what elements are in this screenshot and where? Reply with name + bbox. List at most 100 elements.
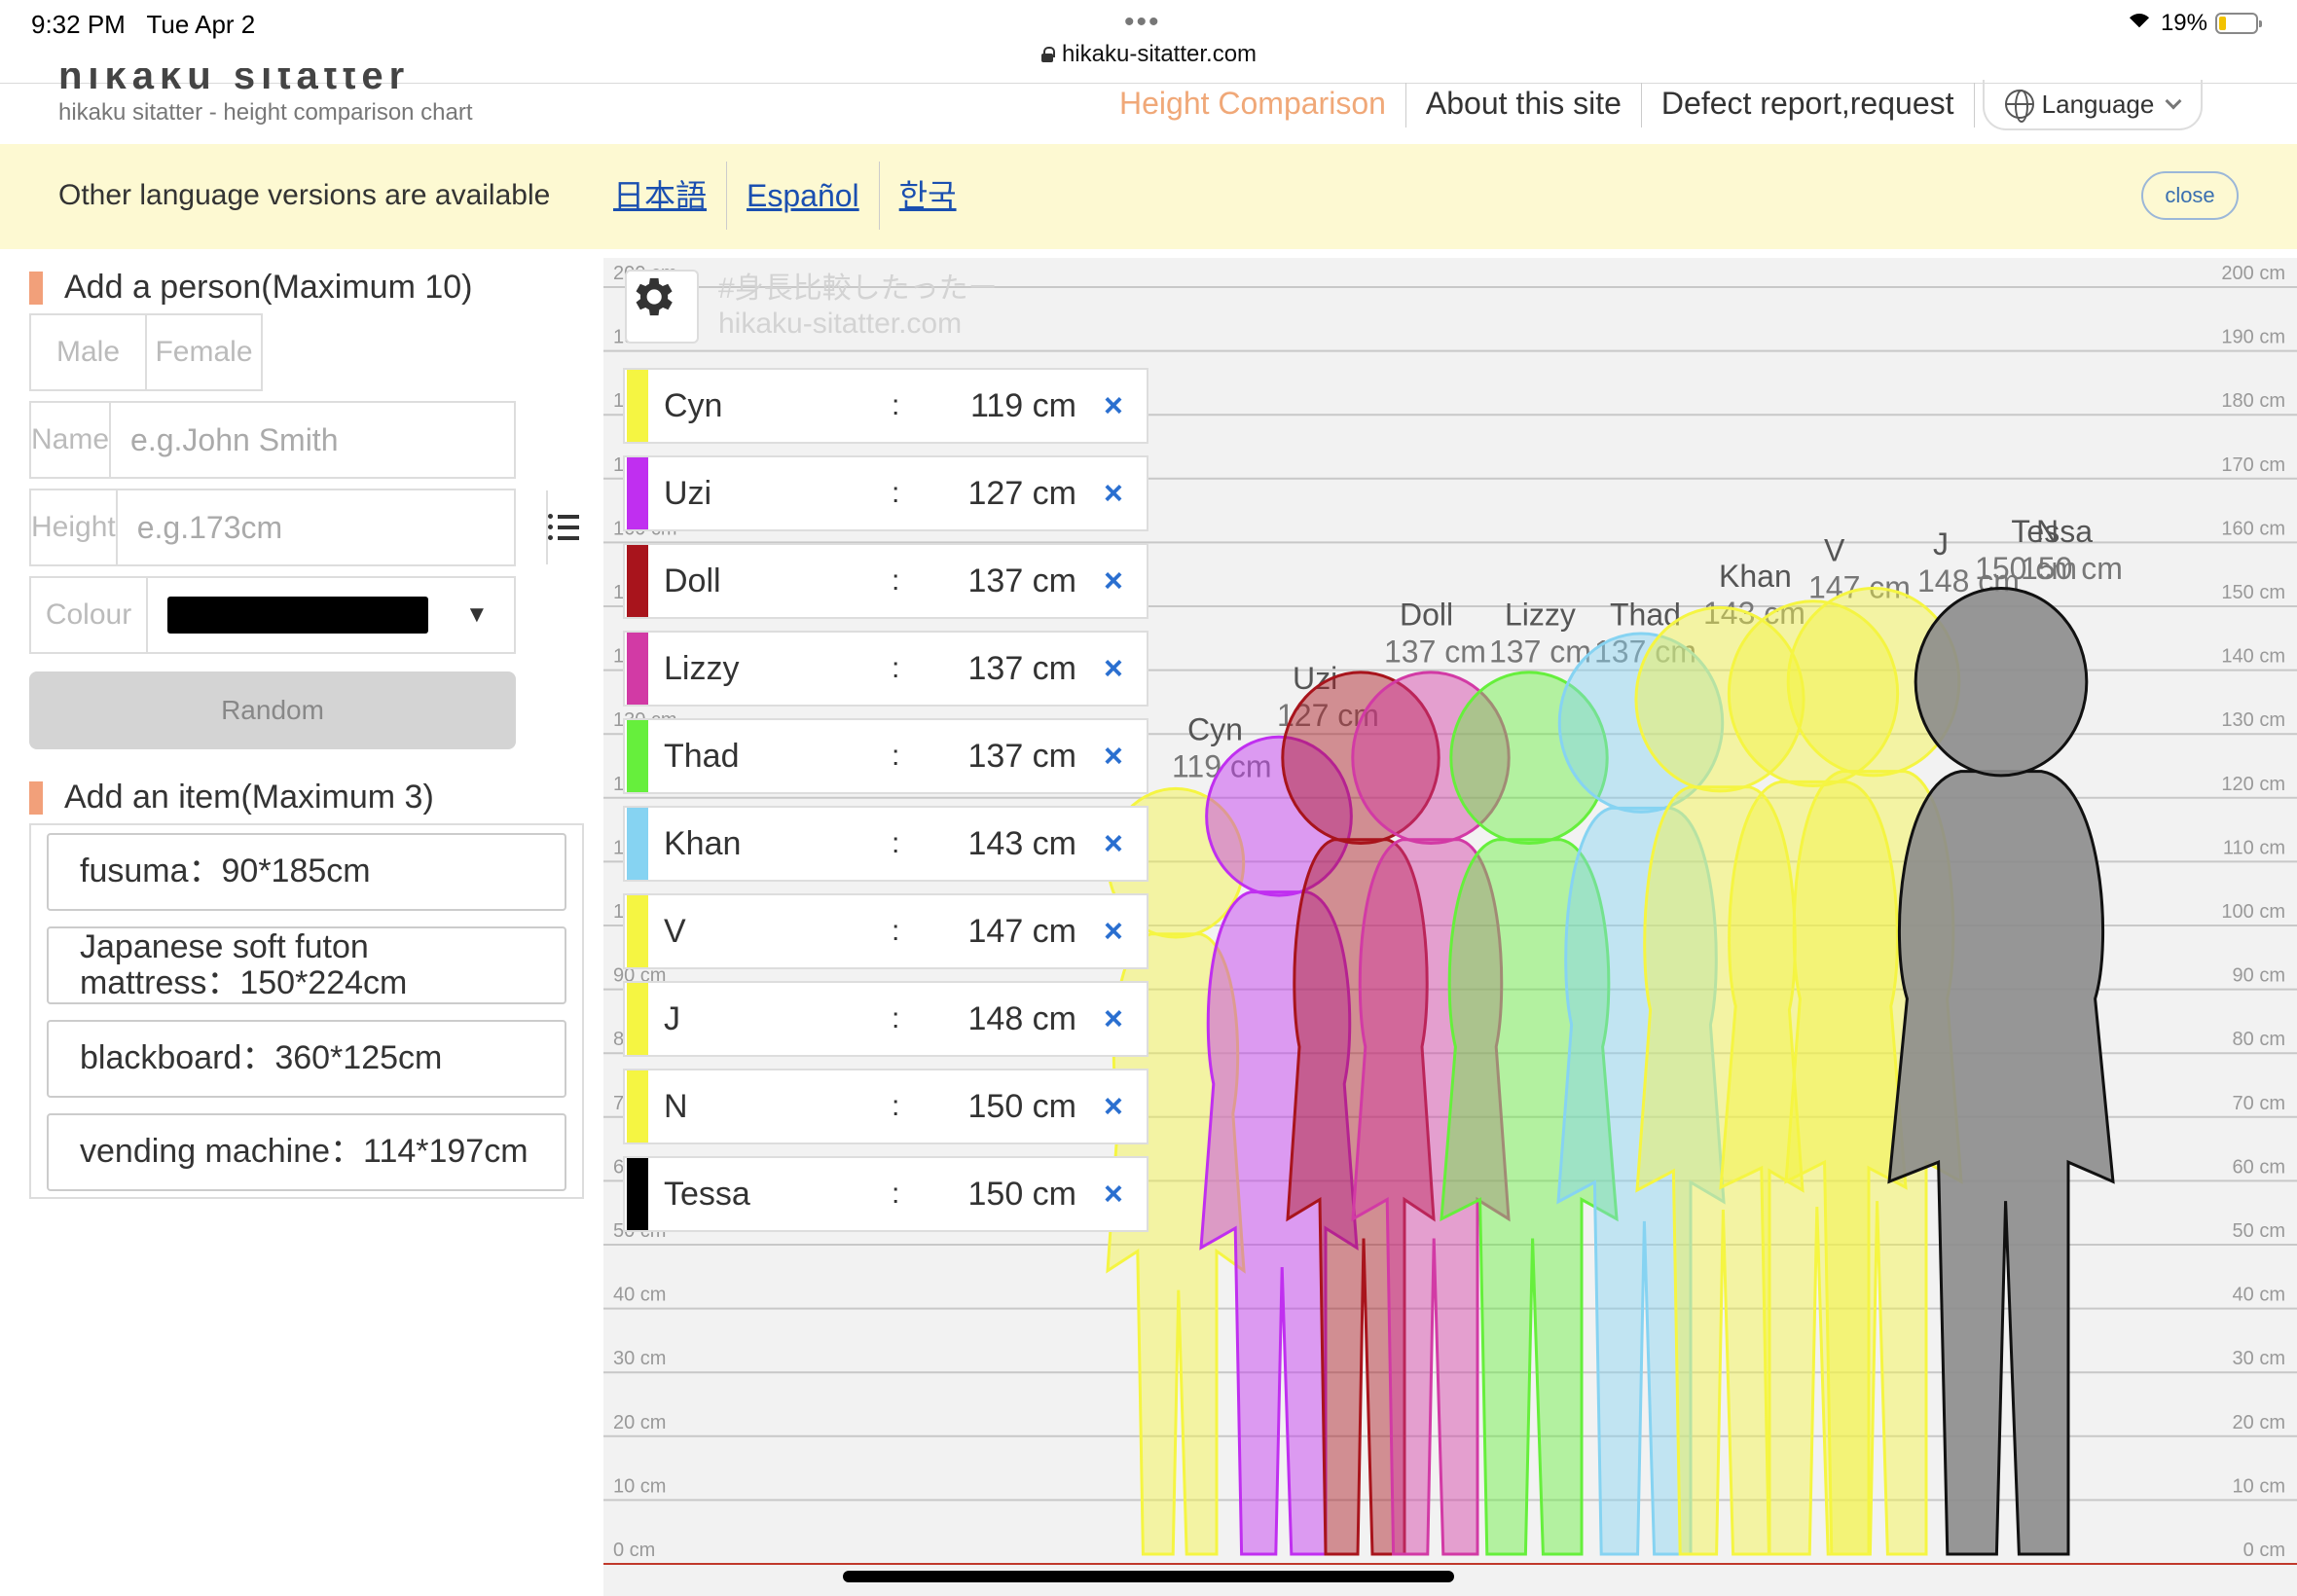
legend-separator: : <box>892 389 900 421</box>
home-indicator[interactable] <box>843 1571 1454 1582</box>
battery-percent: 19% <box>2160 10 2207 36</box>
legend-row-n[interactable]: N: 150 cm × <box>623 1069 1148 1144</box>
remove-person-icon[interactable]: × <box>1104 738 1123 776</box>
legend-color-swatch <box>627 457 648 529</box>
language-button[interactable]: Language <box>1982 80 2203 130</box>
site-title[interactable]: hikaku sitatter <box>58 68 410 95</box>
y-tick-label-right: 200 cm <box>2221 263 2285 284</box>
y-tick-label-right: 130 cm <box>2221 709 2285 731</box>
person-name-label: Tessa <box>2011 514 2093 549</box>
y-tick-label-right: 150 cm <box>2221 582 2285 603</box>
legend-person-name: V <box>664 912 686 950</box>
legend-height-value: 137 cm <box>967 649 1077 687</box>
legend-height-value: 137 cm <box>967 562 1077 599</box>
legend-row-uzi[interactable]: Uzi: 127 cm × <box>623 455 1148 531</box>
item-list: fusuma：90*185cm Japanese soft futon matt… <box>29 823 584 1199</box>
language-link-korean[interactable]: 한국 <box>880 162 976 230</box>
person-height-label: 150 cm <box>1975 551 2077 586</box>
language-link-spanish[interactable]: Español <box>727 162 880 230</box>
main-nav: Height Comparison About this site Defect… <box>1100 80 2203 130</box>
language-link-japanese[interactable]: 日本語 <box>594 162 728 230</box>
more-dots-icon[interactable]: ••• <box>1124 6 1161 39</box>
name-input[interactable] <box>111 403 540 477</box>
item-blackboard[interactable]: blackboard：360*125cm <box>47 1020 566 1098</box>
legend-color-swatch <box>627 1070 648 1143</box>
person-height-label: 137 cm <box>1384 634 1486 669</box>
item-vending-machine[interactable]: vending machine：114*197cm <box>47 1113 566 1191</box>
legend-row-v[interactable]: V: 147 cm × <box>623 893 1148 969</box>
legend-row-doll[interactable]: Doll: 137 cm × <box>623 543 1148 619</box>
y-tick-label-left: 20 cm <box>613 1412 666 1433</box>
random-button[interactable]: Random <box>29 671 516 749</box>
legend-row-khan[interactable]: Khan: 143 cm × <box>623 806 1148 882</box>
legend-person-name: Uzi <box>664 474 712 512</box>
language-links: 日本語 Español 한국 <box>594 162 976 230</box>
watermark-hashtag: #身長比較したったー <box>718 272 998 305</box>
legend-height-value: 127 cm <box>967 474 1077 512</box>
person-name-label: V <box>1824 533 1845 568</box>
height-field: Height <box>29 489 579 566</box>
height-chart: 0 cm 0 cm 10 cm 10 cm 20 cm 20 cm 30 cm 30 cm 40… <box>603 258 2297 1596</box>
gender-male-button[interactable]: Male <box>31 315 147 389</box>
legend-color-swatch <box>627 983 648 1055</box>
height-input[interactable] <box>117 490 546 564</box>
remove-person-icon[interactable]: × <box>1104 562 1123 600</box>
person-height-label: 137 cm <box>1489 634 1591 669</box>
legend-separator: : <box>892 1002 900 1034</box>
remove-person-icon[interactable]: × <box>1104 913 1123 951</box>
legend-separator: : <box>892 477 900 509</box>
y-tick-label-right: 30 cm <box>2233 1348 2285 1369</box>
legend-row-j[interactable]: J: 148 cm × <box>623 981 1148 1057</box>
item-fusuma[interactable]: fusuma：90*185cm <box>47 833 566 911</box>
item-futon[interactable]: Japanese soft futon mattress：150*224cm <box>47 926 566 1004</box>
nav-about[interactable]: About this site <box>1406 83 1642 127</box>
legend-color-swatch <box>627 633 648 705</box>
remove-person-icon[interactable]: × <box>1104 1176 1123 1214</box>
legend-person-name: Doll <box>664 562 721 599</box>
y-tick-label-left: 40 cm <box>613 1285 666 1306</box>
legend-row-cyn[interactable]: Cyn: 119 cm × <box>623 368 1148 444</box>
status-time: 9:32 PM Tue Apr 2 <box>31 10 256 39</box>
legend-row-tessa[interactable]: Tessa: 150 cm × <box>623 1156 1148 1232</box>
person-name-label: Lizzy <box>1505 597 1576 632</box>
person-name-label: Khan <box>1719 559 1792 594</box>
y-tick-label-right: 110 cm <box>2223 837 2285 858</box>
legend-person-name: Thad <box>664 737 740 775</box>
nav-defect-report[interactable]: Defect report,request <box>1642 83 1975 127</box>
banner-close-button[interactable]: close <box>2141 171 2239 220</box>
height-preset-button[interactable] <box>545 490 579 564</box>
legend-separator: : <box>892 740 900 772</box>
legend-color-swatch <box>627 370 648 442</box>
colour-label: Colour <box>31 578 148 652</box>
url-bar[interactable]: hikaku-sitatter.com <box>0 41 2297 68</box>
y-tick-label-right: 170 cm <box>2221 454 2285 476</box>
legend-height-value: 150 cm <box>967 1087 1077 1125</box>
legend-height-value: 147 cm <box>967 912 1077 950</box>
remove-person-icon[interactable]: × <box>1104 1088 1123 1126</box>
legend-row-lizzy[interactable]: Lizzy: 137 cm × <box>623 631 1148 707</box>
legend-person-name: Tessa <box>664 1175 750 1213</box>
chart-settings-button[interactable] <box>625 270 699 344</box>
nav-height-comparison[interactable]: Height Comparison <box>1100 83 1406 127</box>
legend-separator: : <box>892 827 900 859</box>
legend-row-thad[interactable]: Thad: 137 cm × <box>623 718 1148 794</box>
banner-text: Other language versions are available <box>58 179 551 211</box>
person-name-label: Cyn <box>1187 711 1243 746</box>
remove-person-icon[interactable]: × <box>1104 475 1123 513</box>
legend-color-swatch <box>627 895 648 967</box>
legend-height-value: 143 cm <box>967 824 1077 862</box>
y-tick-label-right: 180 cm <box>2221 390 2285 412</box>
y-tick-label-right: 0 cm <box>2243 1540 2285 1561</box>
remove-person-icon[interactable]: × <box>1104 825 1123 863</box>
remove-person-icon[interactable]: × <box>1104 1000 1123 1038</box>
name-field: Name <box>29 401 540 479</box>
legend-separator: : <box>892 1090 900 1122</box>
gender-female-button[interactable]: Female <box>147 315 261 389</box>
remove-person-icon[interactable]: × <box>1104 650 1123 688</box>
legend-separator: : <box>892 1178 900 1210</box>
colour-dropdown-icon[interactable]: ▼ <box>465 601 489 629</box>
y-tick-label-right: 80 cm <box>2233 1029 2285 1050</box>
remove-person-icon[interactable]: × <box>1104 387 1123 425</box>
site-subtitle: hikaku sitatter - height comparison char… <box>58 99 473 126</box>
colour-swatch[interactable] <box>167 597 428 634</box>
